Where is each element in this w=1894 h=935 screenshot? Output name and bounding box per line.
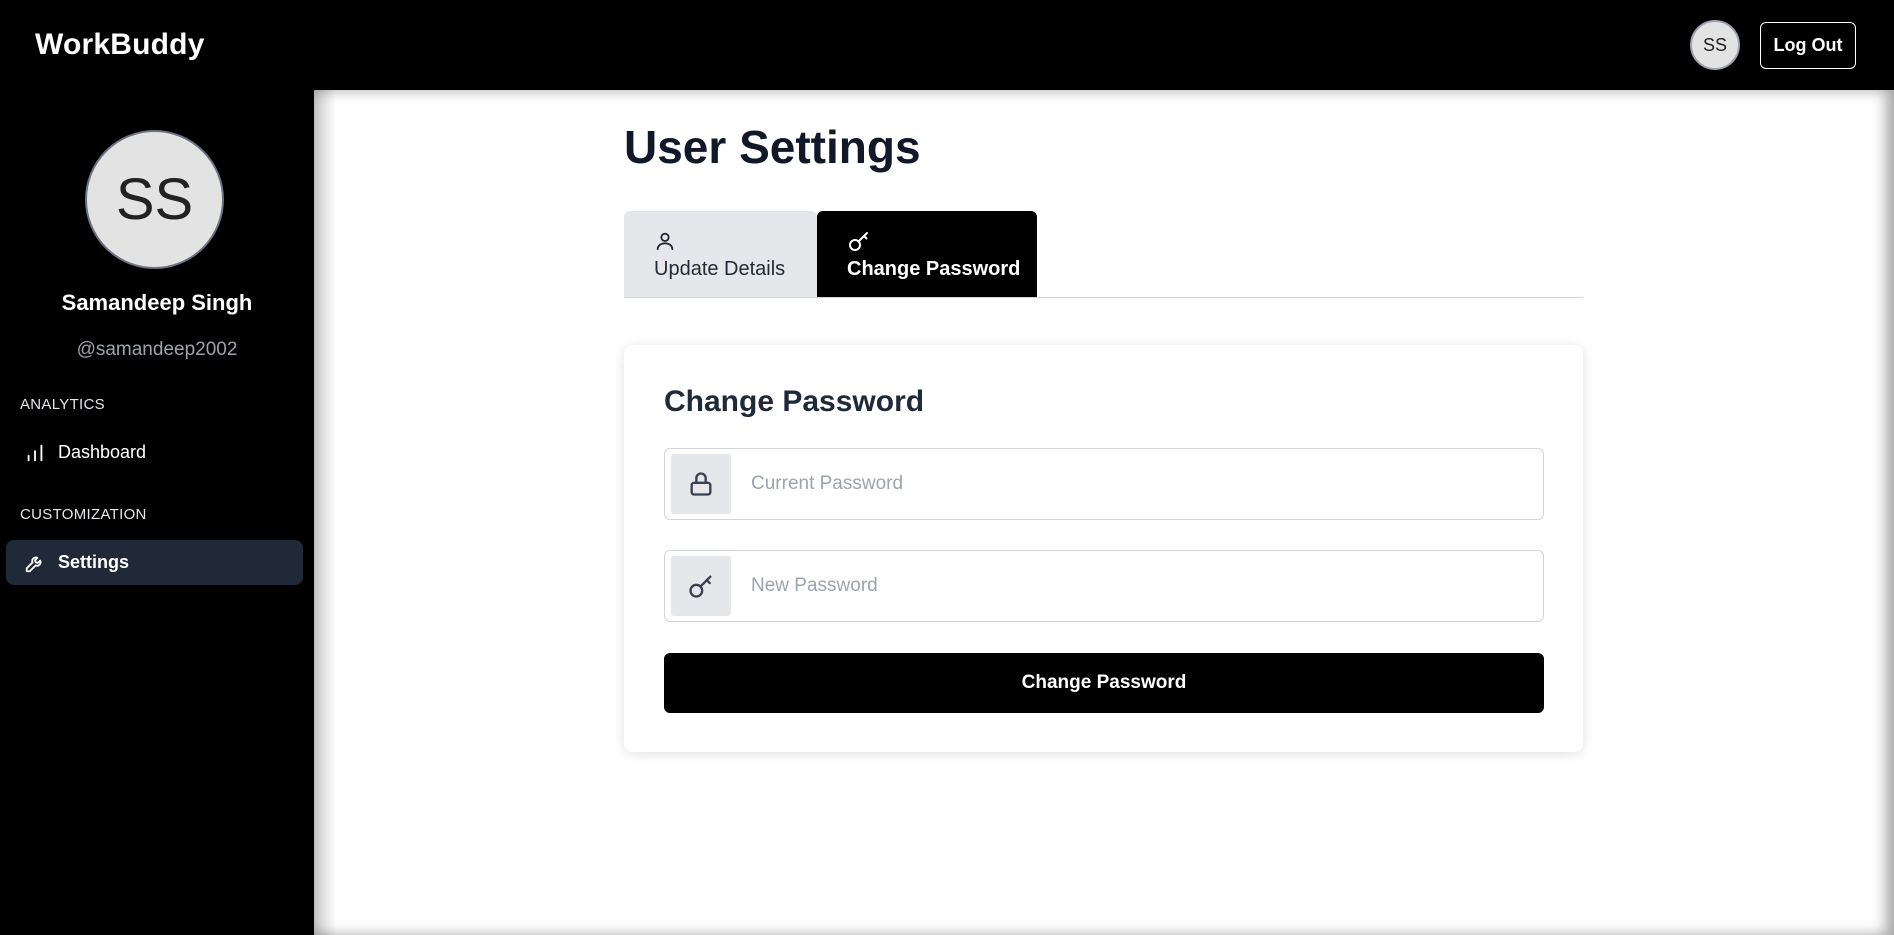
change-password-button[interactable]: Change Password [664, 653, 1544, 713]
profile-avatar: SS [85, 130, 224, 269]
sidebar-item-settings[interactable]: Settings [6, 540, 303, 585]
tab-label: Update Details [654, 258, 786, 280]
current-password-input[interactable] [731, 454, 1543, 514]
wrench-icon [22, 550, 48, 576]
change-password-card: Change Password Change Password [624, 345, 1583, 752]
sidebar-item-dashboard[interactable]: Dashboard [6, 430, 303, 475]
section-label-customization: CUSTOMIZATION [20, 506, 147, 523]
current-password-field [664, 448, 1544, 520]
profile-handle: @samandeep2002 [76, 339, 238, 360]
lock-icon [671, 454, 731, 514]
profile-name: Samandeep Singh [61, 290, 253, 315]
key-icon [847, 228, 1037, 254]
tab-change-password[interactable]: Change Password [817, 211, 1037, 298]
bar-chart-icon [22, 440, 48, 466]
new-password-input[interactable] [731, 556, 1543, 616]
new-password-field [664, 550, 1544, 622]
page-title: User Settings [624, 121, 921, 173]
top-bar: WorkBuddy SS Log Out [0, 0, 1894, 90]
tabs-divider [624, 297, 1583, 298]
key-icon [671, 556, 731, 616]
sidebar-shadow [314, 90, 336, 935]
section-label-analytics: ANALYTICS [20, 396, 105, 413]
avatar[interactable]: SS [1690, 20, 1740, 70]
sidebar: SS Samandeep Singh @samandeep2002 ANALYT… [0, 90, 314, 935]
sidebar-item-label: Dashboard [58, 442, 147, 462]
sidebar-item-label: Settings [58, 552, 130, 572]
brand-logo[interactable]: WorkBuddy [35, 28, 205, 62]
tab-label: Change Password [847, 258, 1021, 280]
card-title: Change Password [664, 385, 925, 418]
tab-update-details[interactable]: Update Details [624, 211, 817, 298]
user-icon [654, 228, 817, 254]
logout-button[interactable]: Log Out [1760, 22, 1856, 69]
